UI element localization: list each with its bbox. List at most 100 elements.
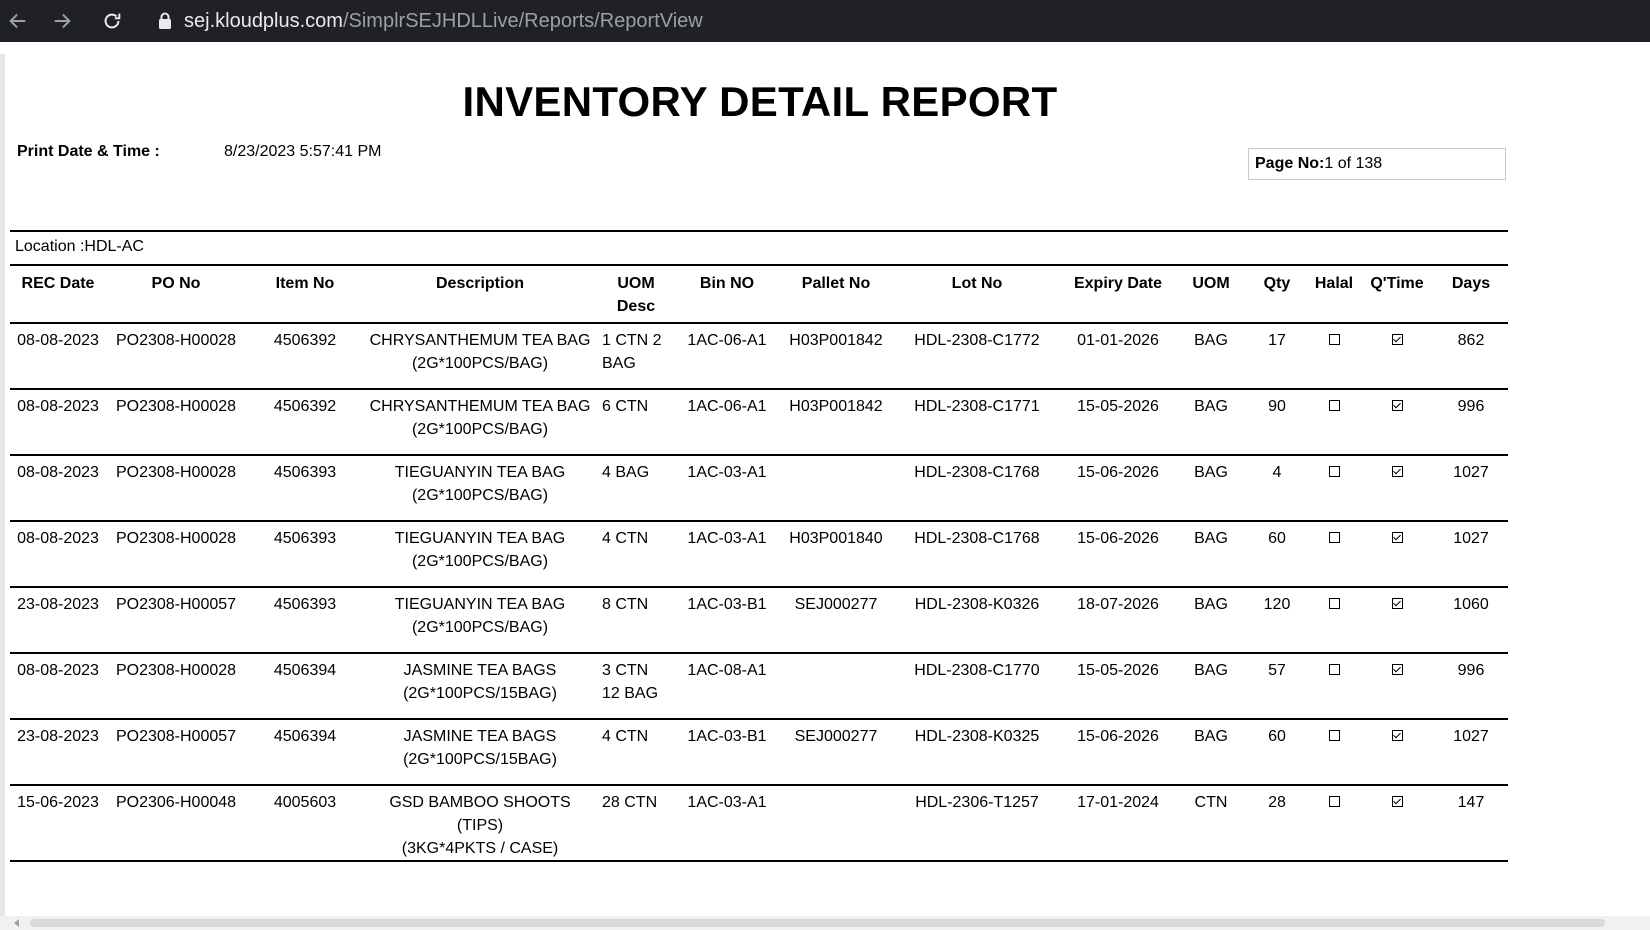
page-number-value: 1 of 138 (1324, 155, 1383, 172)
cell-uom-desc: 4 CTN (596, 521, 676, 588)
cell-bin-no: 1AC-06-A1 (676, 389, 778, 456)
cell-pallet-no (778, 653, 894, 720)
cell-description: TIEGUANYIN TEA BAG (2G*100PCS/BAG) (364, 521, 596, 588)
cell-description-line2: (2G*100PCS/BAG) (411, 487, 549, 504)
cell-days: 1027 (1434, 719, 1508, 786)
cell-qtime (1360, 389, 1434, 456)
table-row: 08-08-2023 PO2308-H00028 4506393 TIEGUANYIN… (10, 521, 1508, 588)
cell-description-line1: GSD BAMBOO SHOOTS (TIPS) (389, 794, 571, 834)
cell-qtime (1360, 785, 1434, 862)
address-bar[interactable]: sej.kloudplus.com/SimplrSEJHDLLive/Repor… (158, 8, 703, 34)
table-row: 08-08-2023 PO2308-H00028 4506392 CHRYSANTHE… (10, 323, 1508, 390)
table-row: 15-06-2023 PO2306-H00048 4005603 GSD BAMBOO… (10, 785, 1508, 862)
cell-uom-desc: 28 CTN (596, 785, 676, 862)
col-header-pallet-no: Pallet No (778, 266, 894, 324)
cell-expiry-date: 15-05-2026 (1060, 389, 1176, 456)
cell-description-line2: (2G*100PCS/15BAG) (403, 685, 557, 702)
scrollbar-thumb[interactable] (30, 919, 1605, 927)
checked-checkbox-icon (1391, 400, 1403, 412)
cell-halal (1308, 785, 1360, 862)
cell-bin-no: 1AC-03-B1 (676, 719, 778, 786)
cell-description-line1: CHRYSANTHEMUM TEA BAG (369, 332, 591, 349)
cell-qty: 60 (1246, 719, 1308, 786)
left-page-edge (0, 54, 5, 930)
cell-halal (1308, 653, 1360, 720)
cell-qtime (1360, 587, 1434, 654)
back-arrow-icon[interactable] (6, 9, 30, 33)
cell-expiry-date: 15-06-2026 (1060, 719, 1176, 786)
cell-days: 1027 (1434, 455, 1508, 522)
cell-qty: 4 (1246, 455, 1308, 522)
page-number-label: Page No: (1255, 155, 1325, 172)
col-header-uom-desc: UOM Desc (596, 266, 676, 324)
cell-halal (1308, 323, 1360, 390)
table-row: 08-08-2023 PO2308-H00028 4506394 JASMINE TE… (10, 653, 1508, 720)
cell-po-no: PO2308-H00028 (106, 323, 246, 390)
cell-item-no: 4506393 (246, 455, 364, 522)
col-header-lot-no: Lot No (894, 266, 1060, 324)
cell-rec-date: 15-06-2023 (10, 785, 106, 862)
checked-checkbox-icon (1391, 598, 1403, 610)
col-header-qtime: Q'Time (1360, 266, 1434, 324)
cell-uom-desc-line1: 28 CTN (602, 794, 658, 811)
cell-qty: 17 (1246, 323, 1308, 390)
cell-lot-no: HDL-2308-C1768 (894, 521, 1060, 588)
cell-days: 1060 (1434, 587, 1508, 654)
cell-description-line2: (3KG*4PKTS / CASE) (401, 840, 559, 857)
cell-lot-no: HDL-2308-K0325 (894, 719, 1060, 786)
cell-uom-desc-line1: 1 CTN 2 (602, 332, 662, 349)
cell-bin-no: 1AC-03-A1 (676, 521, 778, 588)
col-header-halal: Halal (1308, 266, 1360, 324)
checked-checkbox-icon (1391, 664, 1403, 676)
col-header-days: Days (1434, 266, 1508, 324)
cell-uom-desc-line2: BAG (602, 355, 636, 372)
cell-uom: BAG (1176, 521, 1246, 588)
checked-checkbox-icon (1391, 796, 1403, 808)
cell-item-no: 4005603 (246, 785, 364, 862)
cell-description-line2: (2G*100PCS/BAG) (411, 421, 549, 438)
cell-lot-no: HDL-2308-C1768 (894, 455, 1060, 522)
cell-description: CHRYSANTHEMUM TEA BAG (2G*100PCS/BAG) (364, 323, 596, 390)
col-header-bin-no: Bin NO (676, 266, 778, 324)
cell-expiry-date: 01-01-2026 (1060, 323, 1176, 390)
cell-description: GSD BAMBOO SHOOTS (TIPS) (3KG*4PKTS / CAS… (364, 785, 596, 862)
cell-uom: BAG (1176, 653, 1246, 720)
cell-qtime (1360, 521, 1434, 588)
forward-arrow-icon[interactable] (50, 9, 74, 33)
checked-checkbox-icon (1391, 466, 1403, 478)
table-header-row: REC Date PO No Item No Description UOM D… (10, 266, 1508, 324)
report-title: INVENTORY DETAIL REPORT (462, 78, 1058, 125)
col-header-rec-date: REC Date (10, 266, 106, 324)
cell-bin-no: 1AC-03-B1 (676, 587, 778, 654)
scroll-left-icon[interactable] (14, 919, 19, 927)
unchecked-checkbox-icon (1328, 400, 1340, 412)
unchecked-checkbox-icon (1328, 598, 1340, 610)
cell-uom-desc: 8 CTN (596, 587, 676, 654)
cell-halal (1308, 587, 1360, 654)
cell-pallet-no: SEJ000277 (778, 587, 894, 654)
cell-uom: BAG (1176, 323, 1246, 390)
cell-lot-no: HDL-2308-K0326 (894, 587, 1060, 654)
cell-lot-no: HDL-2308-C1770 (894, 653, 1060, 720)
page-top-gap (0, 42, 1650, 54)
cell-description-line2: (2G*100PCS/BAG) (411, 619, 549, 636)
table-row: 23-08-2023 PO2308-H00057 4506393 TIEGUANYIN… (10, 587, 1508, 654)
cell-expiry-date: 15-06-2026 (1060, 455, 1176, 522)
cell-rec-date: 08-08-2023 (10, 389, 106, 456)
cell-bin-no: 1AC-08-A1 (676, 653, 778, 720)
cell-po-no: PO2308-H00028 (106, 521, 246, 588)
cell-bin-no: 1AC-03-A1 (676, 785, 778, 862)
checked-checkbox-icon (1391, 334, 1403, 346)
cell-description-line1: JASMINE TEA BAGS (403, 728, 557, 745)
horizontal-scrollbar[interactable] (0, 916, 1650, 930)
cell-qty: 57 (1246, 653, 1308, 720)
url-path: /SimplrSEJHDLLive/Reports/ReportView (342, 9, 703, 32)
print-date-value: 8/23/2023 5:57:41 PM (224, 143, 382, 160)
table-row: 23-08-2023 PO2308-H00057 4506394 JASMINE TE… (10, 719, 1508, 786)
unchecked-checkbox-icon (1328, 334, 1340, 346)
reload-icon[interactable] (100, 9, 124, 33)
cell-uom-desc: 4 BAG (596, 455, 676, 522)
table-row: 08-08-2023 PO2308-H00028 4506393 TIEGUANYIN… (10, 455, 1508, 522)
cell-qty: 120 (1246, 587, 1308, 654)
cell-uom: BAG (1176, 719, 1246, 786)
